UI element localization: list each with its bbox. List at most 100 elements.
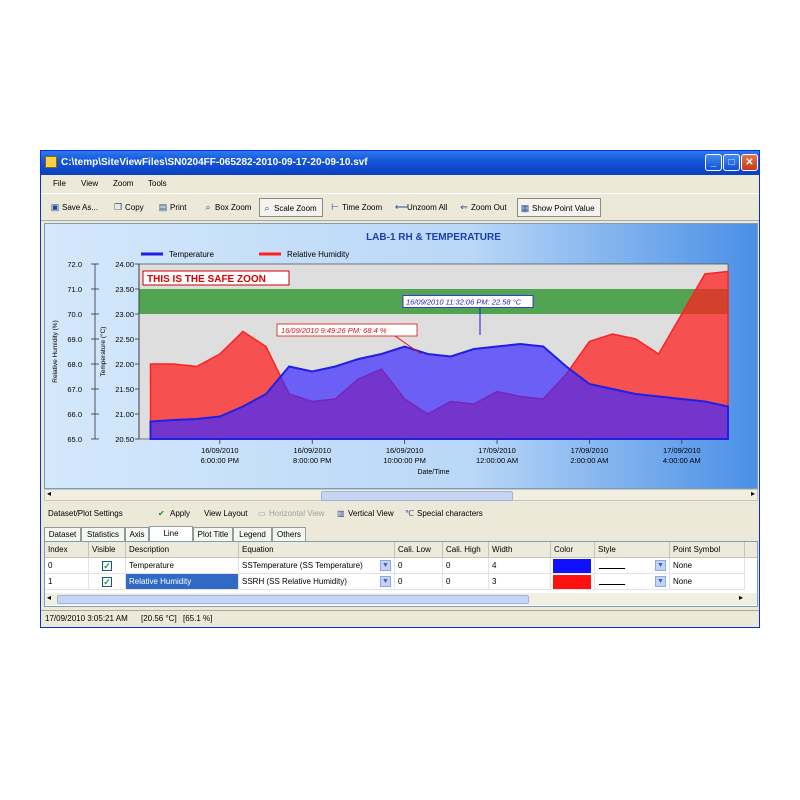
menu-tools[interactable]: Tools: [148, 179, 167, 188]
row-1-cali-low[interactable]: 0: [395, 574, 443, 590]
rh-tick-label: 71.0: [67, 285, 82, 294]
row-0-index: 0: [45, 558, 89, 574]
close-button[interactable]: ✕: [741, 154, 758, 171]
scroll-left-icon[interactable]: ◂: [47, 489, 51, 498]
row-0-color-cell[interactable]: [551, 558, 595, 574]
row-0-cali-low[interactable]: 0: [395, 558, 443, 574]
status-bar: 17/09/2010 3:05:21 AM [20.56 °C] [65.1 %…: [41, 610, 759, 627]
scrollbar-thumb[interactable]: [321, 491, 513, 501]
row-1-width[interactable]: 3: [489, 574, 551, 590]
column-header-cali-high[interactable]: Cali. High: [443, 542, 489, 558]
status-temperature: [20.56 °C]: [141, 614, 177, 623]
row-1-description[interactable]: Relative Humidity: [126, 574, 239, 590]
chevron-down-icon[interactable]: ▼: [655, 576, 666, 587]
print-button[interactable]: ▤ Print: [156, 198, 194, 217]
scale-zoom-button[interactable]: ⌕ Scale Zoom: [259, 198, 323, 217]
box-zoom-button[interactable]: ⌕ Box Zoom: [201, 198, 257, 217]
chevron-down-icon[interactable]: ▼: [380, 560, 391, 571]
tab-legend[interactable]: Legend: [233, 527, 272, 541]
special-characters-button[interactable]: Special characters: [417, 509, 483, 518]
show-point-value-button[interactable]: ▦ Show Point Value: [517, 198, 601, 217]
scroll-right-icon[interactable]: ▸: [751, 489, 755, 498]
tab-axis[interactable]: Axis: [125, 527, 149, 541]
column-header-equation[interactable]: Equation: [239, 542, 395, 558]
row-1-equation[interactable]: SSRH (SS Relative Humidity) ▼: [239, 574, 395, 590]
title-bar[interactable]: C:\temp\SiteViewFiles\SN0204FF-065282-20…: [41, 151, 759, 175]
zoom-out-icon: ⇐: [460, 202, 468, 212]
column-header-visible[interactable]: Visible: [89, 542, 126, 558]
minimize-button[interactable]: _: [705, 154, 722, 171]
menu-file[interactable]: File: [53, 179, 66, 188]
row-0-style[interactable]: ▼: [595, 558, 670, 574]
row-1-cali-high[interactable]: 0: [443, 574, 489, 590]
apply-check-icon: ✔: [158, 509, 165, 518]
x-tick-time: 10:00:00 PM: [383, 456, 426, 465]
x-tick-time: 6:00:00 PM: [201, 456, 239, 465]
scroll-left-icon[interactable]: ◂: [47, 593, 51, 602]
grid-horizontal-scrollbar[interactable]: ◂ ▸: [45, 593, 757, 605]
temp-tick-label: 23.00: [115, 310, 134, 319]
status-time: 17/09/2010 3:05:21 AM: [45, 614, 128, 623]
row-0-visible-cell: ✓: [89, 558, 126, 574]
x-tick-time: 8:00:00 PM: [293, 456, 331, 465]
tab-line[interactable]: Line: [149, 526, 193, 541]
menu-bar: File View Zoom Tools: [41, 175, 759, 193]
row-0-width[interactable]: 4: [489, 558, 551, 574]
menu-zoom[interactable]: Zoom: [113, 179, 133, 188]
column-header-point-symbol[interactable]: Point Symbol: [670, 542, 745, 558]
unzoom-icon: ⟵: [395, 202, 408, 212]
column-header-color[interactable]: Color: [551, 542, 595, 558]
row-1-style[interactable]: ▼: [595, 574, 670, 590]
save-as-button[interactable]: ▣ Save As...: [48, 198, 108, 217]
row-1-point-symbol[interactable]: None: [670, 574, 745, 590]
column-header-style[interactable]: Style: [595, 542, 670, 558]
tab-dataset[interactable]: Dataset: [44, 527, 81, 541]
row-0-color-swatch[interactable]: [553, 559, 591, 573]
temp-tick-label: 21.00: [115, 410, 134, 419]
row-1-color-swatch[interactable]: [553, 575, 591, 589]
grid-scrollbar-thumb[interactable]: [57, 595, 529, 604]
maximize-button[interactable]: □: [723, 154, 740, 171]
tab-plot-title[interactable]: Plot Title: [193, 527, 233, 541]
vertical-view-button[interactable]: Vertical View: [348, 509, 394, 518]
row-1-visible-checkbox[interactable]: ✓: [102, 577, 112, 587]
tab-statistics[interactable]: Statistics: [81, 527, 125, 541]
x-tick-time: 2:00:00 AM: [570, 456, 608, 465]
column-header-cali-low[interactable]: Cali. Low: [395, 542, 443, 558]
time-zoom-button[interactable]: ⊢ Time Zoom: [328, 198, 386, 217]
special-characters-icon: ℃: [405, 509, 414, 518]
chart-panel[interactable]: LAB-1 RH & TEMPERATURE Temperature Relativ…: [44, 223, 758, 489]
app-icon: [45, 156, 57, 168]
copy-button[interactable]: ❐ Copy: [111, 198, 151, 217]
print-icon: ▤: [158, 202, 168, 212]
chart[interactable]: LAB-1 RH & TEMPERATURE Temperature Relativ…: [45, 224, 757, 488]
row-0-cali-high[interactable]: 0: [443, 558, 489, 574]
column-header-description[interactable]: Description: [126, 542, 239, 558]
unzoom-all-button[interactable]: ⟵ Unzoom All: [393, 198, 453, 217]
annotation-temp: 16/09/2010 11:32:06 PM: 22.58 °C: [406, 298, 522, 307]
menu-view[interactable]: View: [81, 179, 98, 188]
x-tick-time: 12:00:00 AM: [476, 456, 518, 465]
column-header-index[interactable]: Index: [45, 542, 89, 558]
horizontal-view-icon: ▭: [258, 509, 266, 518]
apply-button[interactable]: Apply: [170, 509, 190, 518]
row-1-equation-value: SSRH (SS Relative Humidity): [242, 577, 347, 586]
zoom-out-button[interactable]: ⇐ Zoom Out: [457, 198, 513, 217]
chevron-down-icon[interactable]: ▼: [655, 560, 666, 571]
row-0-equation[interactable]: SSTemperature (SS Temperature) ▼: [239, 558, 395, 574]
tab-others[interactable]: Others: [272, 527, 306, 541]
chart-horizontal-scrollbar[interactable]: ◂ ▸: [44, 489, 758, 501]
horizontal-view-button[interactable]: Horizontal View: [269, 509, 324, 518]
scroll-right-icon[interactable]: ▸: [739, 593, 743, 602]
chevron-down-icon[interactable]: ▼: [380, 576, 391, 587]
row-0-description[interactable]: Temperature: [126, 558, 239, 574]
copy-icon: ❐: [113, 202, 123, 212]
column-header-width[interactable]: Width: [489, 542, 551, 558]
rh-tick-label: 70.0: [67, 310, 82, 319]
row-1-color-cell[interactable]: [551, 574, 595, 590]
app-window: C:\temp\SiteViewFiles\SN0204FF-065282-20…: [40, 150, 760, 628]
temp-tick-label: 23.50: [115, 285, 134, 294]
row-0-visible-checkbox[interactable]: ✓: [102, 561, 112, 571]
row-0-point-symbol[interactable]: None: [670, 558, 745, 574]
grid-scroll-up[interactable]: [745, 542, 757, 558]
